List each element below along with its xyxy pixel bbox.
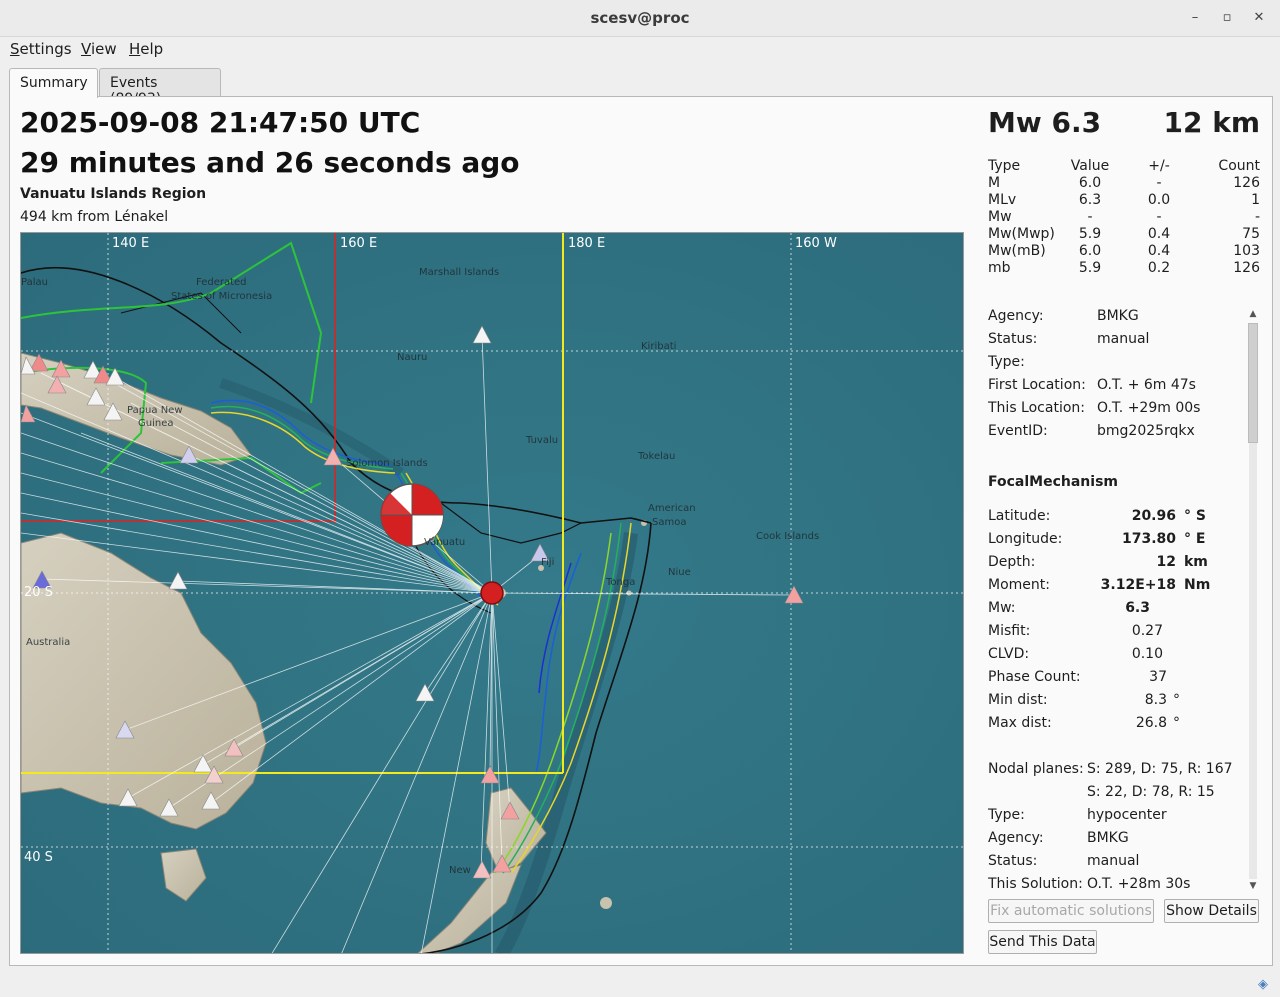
fm-moment-row: Moment: 3.12E+18 Nm	[988, 577, 1211, 593]
svg-text:Palau: Palau	[21, 277, 48, 288]
magnitude-table: Type Value +/- Count M 6.0-126 MLv 6.3 0.0 1…	[988, 158, 1260, 277]
scroll-down-icon[interactable]: ▼	[1248, 881, 1258, 891]
event-id-row: EventID: bmg2025rqkx	[988, 423, 1195, 439]
fm-status-row: Status: manual	[988, 853, 1140, 869]
svg-text:Marshall Islands: Marshall Islands	[419, 267, 499, 278]
fm-max-dist-row: Max dist: 26.8 °	[988, 715, 1180, 731]
svg-text:New: New	[449, 865, 471, 876]
origin-type-row: Type:	[988, 354, 1025, 370]
fm-type-row: Type: hypocenter	[988, 807, 1167, 823]
svg-text:American: American	[648, 503, 696, 514]
fm-clvd-row: CLVD: 0.10	[988, 646, 1163, 662]
fm-longitude-row: Longitude: 173.80 ° E	[988, 531, 1206, 547]
origin-agency-row: Agency: BMKG	[988, 308, 1139, 324]
svg-text:Federated: Federated	[196, 277, 247, 288]
label-160w: 160 W	[795, 236, 837, 251]
svg-text:Kiribati: Kiribati	[641, 341, 676, 352]
event-map[interactable]: 140 E 160 E 180 E 160 W 20 S 40 S Marsha…	[20, 232, 964, 954]
fix-automatic-solutions-button[interactable]: Fix automatic solutions	[988, 899, 1154, 923]
window-title: scesv@proc	[590, 9, 690, 27]
svg-text:Tokelau: Tokelau	[637, 451, 675, 462]
map-canvas[interactable]: 140 E 160 E 180 E 160 W 20 S 40 S Marsha…	[21, 233, 964, 954]
details-scroll-area[interactable]: Agency: BMKG Status: manual Type: First Lo…	[988, 300, 1244, 892]
show-details-button[interactable]: Show Details	[1164, 899, 1259, 923]
fm-min-dist-row: Min dist: 8.3 °	[988, 692, 1180, 708]
svg-text:Papua New: Papua New	[127, 405, 183, 416]
region-name: Vanuatu Islands Region	[20, 186, 207, 202]
menu-settings[interactable]: Settings	[10, 40, 72, 58]
label-160e: 160 E	[340, 236, 377, 251]
svg-text:Solomon Islands: Solomon Islands	[346, 458, 428, 469]
depth-headline: 12 km	[1163, 106, 1260, 139]
fm-mw-row: Mw: 6.3	[988, 600, 1150, 616]
fm-depth-row: Depth: 12 km	[988, 554, 1208, 570]
table-row: Mw(mB) 6.0 0.4 103	[988, 243, 1260, 259]
svg-text:Samoa: Samoa	[652, 517, 686, 528]
svg-text:States of Micronesia: States of Micronesia	[171, 291, 272, 302]
magnitude-headline: Mw 6.3	[988, 106, 1102, 139]
svg-text:Australia: Australia	[26, 637, 70, 648]
table-row: Mw(Mwp) 5.9 0.4 75	[988, 226, 1260, 242]
nodal-planes-row: Nodal planes: S: 289, D: 75, R: 167	[988, 761, 1233, 777]
maximize-icon[interactable]: ▫	[1218, 9, 1236, 27]
minimize-icon[interactable]: –	[1186, 9, 1204, 27]
fm-latitude-row: Latitude: 20.96 ° S	[988, 508, 1206, 524]
fm-solution-row: This Solution: O.T. +28m 30s	[988, 876, 1191, 892]
label-140e: 140 E	[112, 236, 149, 251]
nearest-city: 494 km from Lénakel	[20, 209, 169, 225]
magnitude-table-header: Type Value +/- Count	[988, 158, 1260, 174]
scroll-thumb[interactable]	[1248, 323, 1258, 443]
svg-text:Cook Islands: Cook Islands	[756, 531, 819, 542]
table-row: Mw - - -	[988, 209, 1260, 225]
svg-text:Vanuatu: Vanuatu	[424, 537, 465, 548]
fm-phase-count-row: Phase Count: 37	[988, 669, 1167, 685]
label-180e: 180 E	[568, 236, 605, 251]
label-20s: 20 S	[24, 585, 53, 600]
focal-mechanism-title: FocalMechanism	[988, 474, 1118, 490]
epicenter-marker[interactable]	[480, 581, 504, 605]
close-icon[interactable]: ✕	[1250, 9, 1268, 27]
fm-agency-row: Agency: BMKG	[988, 830, 1129, 846]
elapsed-time: 29 minutes and 26 seconds ago	[20, 146, 520, 179]
scroll-up-icon[interactable]: ▲	[1248, 309, 1258, 319]
first-location-row: First Location: O.T. + 6m 47s	[988, 377, 1196, 393]
menu-view[interactable]: View	[81, 40, 117, 58]
tab-events[interactable]: Events (89/93)	[99, 68, 221, 107]
this-location-row: This Location: O.T. +29m 00s	[988, 400, 1201, 416]
send-this-data-button[interactable]: Send This Data	[988, 930, 1097, 954]
menubar: Settings View Help	[0, 37, 1280, 61]
svg-text:Fiji: Fiji	[541, 557, 554, 568]
label-40s: 40 S	[24, 850, 53, 865]
svg-text:Tuvalu: Tuvalu	[525, 435, 558, 446]
tab-summary[interactable]: Summary	[9, 68, 98, 98]
origin-time: 2025-09-08 21:47:50 UTC	[20, 106, 421, 139]
status-indicator-icon: ◈	[1258, 977, 1268, 992]
svg-text:Guinea: Guinea	[138, 418, 173, 429]
table-row: mb 5.9 0.2 126	[988, 260, 1260, 276]
fm-misfit-row: Misfit: 0.27	[988, 623, 1163, 639]
menu-help[interactable]: Help	[129, 40, 163, 58]
table-row: M 6.0-126	[988, 175, 1260, 191]
svg-text:Niue: Niue	[668, 567, 691, 578]
svg-text:Tonga: Tonga	[605, 577, 635, 588]
origin-status-row: Status: manual	[988, 331, 1150, 347]
nodal-planes-row-2: S: 22, D: 78, R: 15	[1087, 784, 1215, 800]
svg-text:Nauru: Nauru	[397, 352, 427, 363]
window-titlebar: scesv@proc – ▫ ✕	[0, 0, 1280, 37]
table-row: MLv 6.3 0.0 1	[988, 192, 1260, 208]
details-scrollbar[interactable]: ▲ ▼	[1246, 309, 1260, 893]
